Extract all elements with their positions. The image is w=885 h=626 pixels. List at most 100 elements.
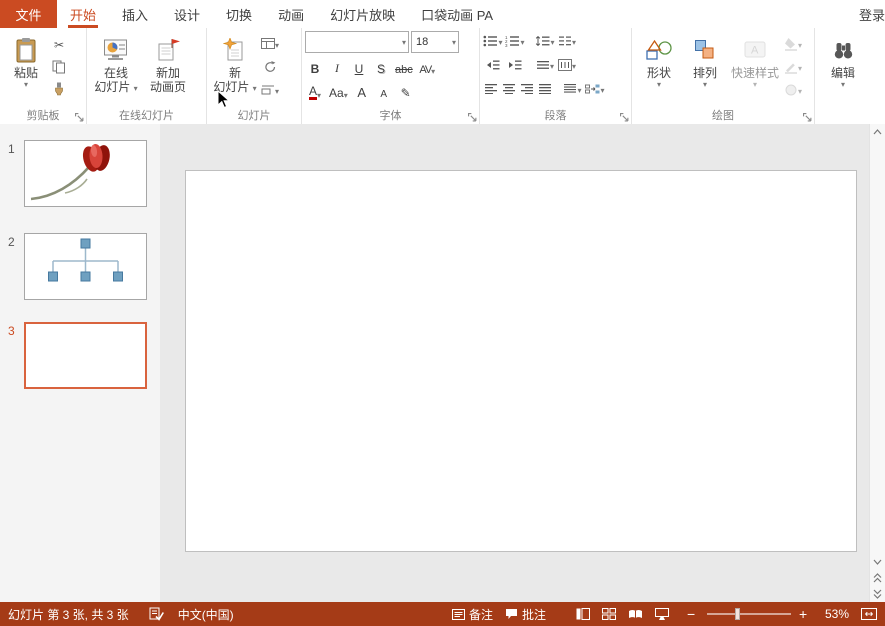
spellcheck-button[interactable] — [149, 607, 164, 621]
next-slide-button[interactable] — [870, 586, 885, 602]
reset-slide-button[interactable] — [260, 58, 280, 78]
justify-button[interactable] — [537, 80, 553, 100]
reading-view-button[interactable] — [628, 608, 643, 620]
scroll-down-button[interactable] — [870, 554, 885, 570]
copy-button[interactable] — [49, 58, 69, 78]
format-painter-icon — [52, 82, 66, 100]
editing-group: 编辑 ▾ — [815, 28, 878, 124]
zoom-level[interactable]: 53% — [825, 607, 849, 621]
shape-outline-button[interactable]: ▾ — [783, 58, 803, 78]
file-menu-button[interactable]: 文件 — [0, 0, 57, 28]
underline-button[interactable]: U — [349, 56, 369, 76]
zoom-slider-handle[interactable] — [735, 608, 740, 620]
notes-button[interactable]: 备注 — [452, 606, 493, 623]
convert-smartart-button[interactable]: ▾ — [585, 80, 605, 100]
format-painter-button[interactable] — [49, 81, 69, 101]
chevron-down-icon: ▾ — [600, 86, 604, 95]
tab-insert[interactable]: 插入 — [109, 0, 161, 28]
decrease-font-size-button[interactable]: A — [374, 80, 394, 100]
shape-effects-button[interactable]: ▾ — [783, 81, 803, 101]
chevron-up-icon — [873, 129, 882, 135]
quick-styles-button[interactable]: A 快速样式 ▾ — [727, 31, 783, 109]
decrease-indent-button[interactable] — [483, 56, 503, 76]
font-dialog-launcher[interactable] — [468, 113, 477, 122]
drawing-dialog-launcher[interactable] — [803, 113, 812, 122]
strikethrough-button[interactable]: abc — [393, 56, 415, 76]
text-direction-button[interactable]: ▾ — [557, 56, 577, 76]
italic-button[interactable]: I — [327, 56, 347, 76]
increase-indent-button[interactable] — [505, 56, 525, 76]
tab-animations[interactable]: 动画 — [265, 0, 317, 28]
align-right-button[interactable] — [519, 80, 535, 100]
align-left-button[interactable] — [483, 80, 499, 100]
chevron-down-icon: ▾ — [841, 80, 845, 89]
chevron-down-icon: ▾ — [275, 87, 279, 96]
new-slide-button[interactable]: 新 幻灯片 ▾ — [210, 31, 260, 109]
svg-text:A: A — [751, 45, 759, 57]
zoom-out-button[interactable]: − — [687, 607, 699, 621]
align-center-button[interactable] — [501, 80, 517, 100]
current-slide[interactable] — [185, 170, 857, 552]
previous-slide-button[interactable] — [870, 570, 885, 586]
quick-styles-label: 快速样式 — [731, 66, 779, 80]
slide-3-number: 3 — [8, 324, 15, 338]
slideshow-icon — [655, 608, 669, 620]
zoom-slider[interactable] — [707, 613, 791, 615]
slide-2-thumbnail[interactable] — [24, 233, 147, 300]
text-shadow-button[interactable]: S — [371, 56, 391, 76]
slideshow-view-button[interactable] — [655, 608, 669, 620]
arrange-button[interactable]: 排列 ▾ — [683, 31, 727, 109]
tab-home[interactable]: 开始 — [57, 0, 109, 28]
change-case-button[interactable]: Aa▾ — [327, 80, 350, 100]
bullets-button[interactable]: ▾ — [483, 32, 503, 52]
comments-button[interactable]: 批注 — [505, 606, 546, 623]
line-spacing-button[interactable]: ▾ — [535, 32, 555, 52]
new-animation-page-icon — [156, 34, 181, 66]
character-spacing-button[interactable]: AV▾ — [417, 56, 437, 76]
font-family-select[interactable]: ▾ — [305, 31, 409, 53]
slide-layout-button[interactable]: ▾ — [260, 35, 280, 55]
chevron-down-icon: ▾ — [550, 38, 554, 47]
chevron-down-icon: ▾ — [134, 84, 138, 93]
clipboard-dialog-launcher[interactable] — [75, 113, 84, 122]
align-center-icon — [503, 83, 516, 97]
language-button[interactable]: 中文(中国) — [178, 606, 234, 623]
clear-formatting-button[interactable]: ✎ — [396, 80, 416, 100]
chevron-down-icon: ▾ — [253, 84, 257, 93]
chevron-down-icon: ▾ — [431, 67, 434, 76]
scroll-up-button[interactable] — [870, 124, 885, 140]
fit-slide-to-window-button[interactable] — [861, 608, 877, 620]
tab-transitions[interactable]: 切换 — [213, 0, 265, 28]
slide-3-thumbnail[interactable] — [24, 322, 147, 389]
paragraph-dialog-launcher[interactable] — [620, 113, 629, 122]
tab-design[interactable]: 设计 — [161, 0, 213, 28]
vertical-scrollbar[interactable] — [869, 124, 885, 602]
new-animation-page-button[interactable]: 新加 动画页 — [142, 31, 194, 109]
shape-fill-button[interactable]: ▾ — [783, 35, 803, 55]
login-button[interactable]: 登录 — [855, 0, 885, 28]
tulip-image — [25, 141, 146, 206]
chevron-down-icon: ▾ — [275, 41, 279, 50]
increase-font-size-button[interactable]: A — [352, 80, 372, 100]
numbering-button[interactable]: 123 ▾ — [505, 32, 525, 52]
paste-button[interactable]: 粘贴 ▾ — [3, 31, 49, 109]
cut-button[interactable]: ✂ — [49, 35, 69, 55]
slide-1-thumbnail[interactable] — [24, 140, 147, 207]
font-size-select[interactable]: 18▾ — [411, 31, 459, 53]
online-slides-button[interactable]: 在线 幻灯片 ▾ — [90, 31, 142, 109]
slide-sorter-view-button[interactable] — [602, 608, 616, 620]
normal-view-button[interactable] — [576, 608, 590, 620]
tab-slideshow[interactable]: 幻灯片放映 — [317, 0, 408, 28]
section-button[interactable]: ▾ — [260, 81, 280, 101]
tab-pocket-animation[interactable]: 口袋动画 PA — [408, 0, 506, 28]
distributed-align-button[interactable]: ▾ — [563, 80, 583, 100]
editing-button[interactable]: 编辑 ▾ — [818, 31, 868, 109]
svg-text:3: 3 — [505, 43, 508, 47]
columns-button[interactable]: ▾ — [557, 32, 577, 52]
bold-button[interactable]: B — [305, 56, 325, 76]
align-text-button[interactable]: ▾ — [535, 56, 555, 76]
shapes-button[interactable]: 形状 ▾ — [635, 31, 683, 109]
convert-smartart-icon — [585, 83, 600, 98]
zoom-in-button[interactable]: + — [799, 607, 811, 621]
font-color-button[interactable]: A▾ — [305, 80, 325, 100]
